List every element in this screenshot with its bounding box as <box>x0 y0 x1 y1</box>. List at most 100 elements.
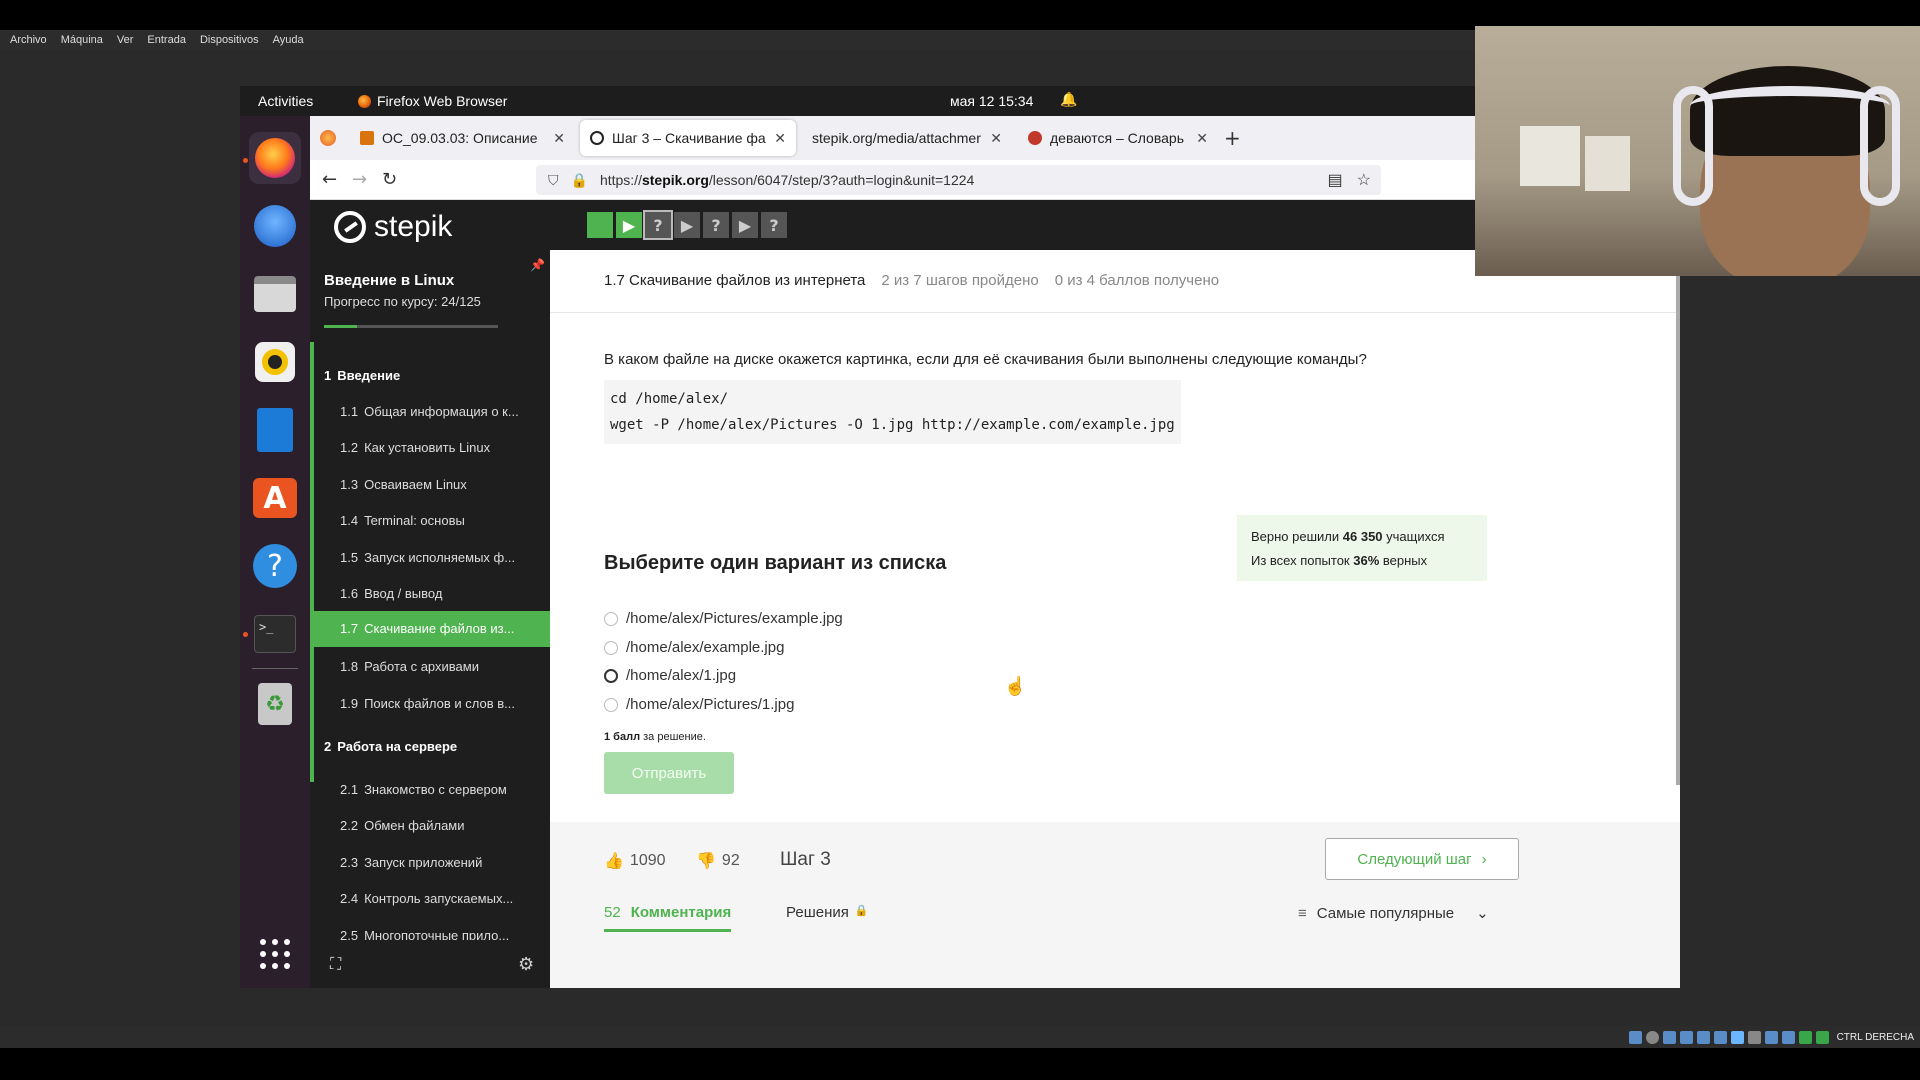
like-button[interactable]: 👍 1090 <box>604 851 666 871</box>
stepik-logo[interactable]: stepik <box>334 210 452 244</box>
video-capture-icon[interactable] <box>1747 1030 1761 1044</box>
tab-comments[interactable]: 52 Комментария <box>604 904 732 932</box>
audio-icon[interactable] <box>1662 1030 1676 1044</box>
sort-dropdown[interactable]: ≡ Самые популярные ⌄ <box>1298 904 1489 923</box>
thunderbird-icon[interactable] <box>249 200 301 252</box>
points-note: 1 балл за решение. <box>604 731 706 743</box>
sidebar-item-1-5[interactable]: 1.5 Запуск исполняемых ф... <box>310 550 550 572</box>
bookmark-star-icon[interactable]: ☆ <box>1357 170 1371 190</box>
sidebar-item-2-5[interactable]: 2.5 Многопоточные прило... <box>310 928 550 940</box>
firefox-icon[interactable] <box>249 132 301 184</box>
step-1-text[interactable] <box>587 212 613 238</box>
step-4-video[interactable]: ▶ <box>674 212 700 238</box>
optical-drive-icon[interactable] <box>1645 1030 1659 1044</box>
mouse-integration-icon[interactable] <box>1815 1030 1829 1044</box>
apps-grid-icon[interactable] <box>249 928 301 980</box>
reader-view-icon[interactable]: ▤ <box>1328 170 1343 190</box>
close-icon[interactable]: ✕ <box>1196 130 1208 147</box>
trash-icon[interactable]: ♻ <box>249 678 301 730</box>
option-3[interactable]: /home/alex/1.jpg <box>604 667 736 684</box>
drag-drop-icon[interactable] <box>1764 1030 1778 1044</box>
step-6-video[interactable]: ▶ <box>732 212 758 238</box>
sidebar-item-1-1[interactable]: 1.1 Общая информация о к... <box>310 404 550 426</box>
menu-ver[interactable]: Ver <box>117 34 134 46</box>
wall-paper-note <box>1520 126 1580 186</box>
sidebar-item-1-6[interactable]: 1.6 Ввод / вывод <box>310 586 550 608</box>
usb-icon[interactable] <box>1696 1030 1710 1044</box>
terminal-icon[interactable]: >_ <box>249 608 301 660</box>
cpu-icon[interactable] <box>1798 1030 1812 1044</box>
close-icon[interactable]: ✕ <box>774 130 786 147</box>
display-icon[interactable] <box>1730 1030 1744 1044</box>
radio-button[interactable] <box>604 668 618 683</box>
step-5-quiz[interactable]: ? <box>703 212 729 238</box>
tab-dictionary[interactable]: деваются – Словарь и о ✕ <box>1018 120 1218 156</box>
writer-icon[interactable] <box>249 404 301 456</box>
dislike-button[interactable]: 👎 92 <box>696 851 740 871</box>
scrollbar[interactable] <box>1676 250 1680 785</box>
clock[interactable]: мая 12 15:34 <box>950 93 1033 109</box>
step-3-quiz[interactable]: ? <box>643 210 673 240</box>
radio-button[interactable] <box>604 640 618 655</box>
back-icon[interactable]: ← <box>322 169 337 190</box>
help-icon[interactable]: ? <box>249 540 301 592</box>
tab-os-description[interactable]: ОС_09.03.03: Описание ✕ <box>350 120 575 156</box>
pin-icon[interactable]: 📌 <box>530 258 545 272</box>
gear-icon[interactable]: ⚙ <box>518 954 534 975</box>
app-menu[interactable]: Firefox Web Browser <box>358 93 507 109</box>
option-1[interactable]: /home/alex/Pictures/example.jpg <box>604 610 843 627</box>
submit-button[interactable]: Отправить <box>604 752 734 794</box>
tab-stepik-step[interactable]: Шаг 3 – Скачивание фай ✕ <box>580 120 796 156</box>
url-bar[interactable]: ⛉ 🔒 https://stepik.org/lesson/6047/step/… <box>536 165 1381 195</box>
new-tab-icon[interactable]: + <box>1224 126 1241 150</box>
step-7-quiz[interactable]: ? <box>761 212 787 238</box>
close-icon[interactable]: ✕ <box>553 130 565 147</box>
module-1-title[interactable]: 1 Введение <box>324 368 400 383</box>
radio-button[interactable] <box>604 697 618 712</box>
menu-archivo[interactable]: Archivo <box>10 34 47 46</box>
rhythmbox-icon[interactable] <box>249 336 301 388</box>
sidebar-item-1-9[interactable]: 1.9 Поиск файлов и слов в... <box>310 696 550 718</box>
sidebar-item-2-4[interactable]: 2.4 Контроль запускаемых... <box>310 891 550 913</box>
sidebar-item-1-2[interactable]: 1.2 Как установить Linux <box>310 440 550 462</box>
next-step-button[interactable]: Следующий шаг › <box>1325 838 1519 880</box>
sidebar-item-1-7[interactable]: 1.7 Скачивание файлов из... <box>310 611 550 647</box>
lock-icon[interactable]: 🔒 <box>571 172 588 189</box>
tab-stepik-media[interactable]: stepik.org/media/attachmer ✕ <box>802 120 1012 156</box>
sidebar-item-2-2[interactable]: 2.2 Обмен файлами <box>310 818 550 840</box>
network-icon[interactable] <box>1679 1030 1693 1044</box>
reload-icon[interactable]: ↻ <box>382 169 397 190</box>
menu-ayuda[interactable]: Ayuda <box>273 34 304 46</box>
sidebar-item-2-1[interactable]: 2.1 Знакомство с сервером <box>310 782 550 804</box>
menu-maquina[interactable]: Máquina <box>61 34 103 46</box>
activities-button[interactable]: Activities <box>258 93 313 109</box>
running-indicator <box>243 158 248 163</box>
hdd-icon[interactable] <box>1628 1030 1642 1044</box>
menu-entrada[interactable]: Entrada <box>147 34 186 46</box>
menu-dispositivos[interactable]: Dispositivos <box>200 34 259 46</box>
bell-icon[interactable]: 🔔 <box>1060 91 1077 108</box>
sidebar-item-2-3[interactable]: 2.3 Запуск приложений <box>310 855 550 877</box>
software-icon[interactable]: A <box>249 472 301 524</box>
fullscreen-icon[interactable]: ⛶ <box>330 956 341 974</box>
sidebar-item-1-8[interactable]: 1.8 Работа с архивами <box>310 659 550 681</box>
tab-solutions[interactable]: Решения 🔒 <box>786 904 869 921</box>
close-icon[interactable]: ✕ <box>990 130 1002 147</box>
firefox-view-icon[interactable] <box>320 130 336 146</box>
files-icon[interactable] <box>249 268 301 320</box>
option-4[interactable]: /home/alex/Pictures/1.jpg <box>604 696 794 713</box>
sidebar-item-1-3[interactable]: 1.3 Осваиваем Linux <box>310 477 550 499</box>
radio-button[interactable] <box>604 611 618 626</box>
shield-icon[interactable]: ⛉ <box>548 172 559 189</box>
chevron-down-icon: ⌄ <box>1476 905 1489 922</box>
module-2-title[interactable]: 2 Работа на сервере <box>324 739 457 754</box>
divider <box>550 312 1680 313</box>
shared-folders-icon[interactable] <box>1713 1030 1727 1044</box>
sidebar-item-1-4[interactable]: 1.4 Terminal: основы <box>310 513 550 535</box>
chevron-right-icon: › <box>1481 850 1487 868</box>
course-title[interactable]: Введение в Linux <box>324 272 454 289</box>
forward-icon[interactable]: → <box>352 169 367 190</box>
step-2-video[interactable]: ▶ <box>616 212 642 238</box>
clipboard-icon[interactable] <box>1781 1030 1795 1044</box>
option-2[interactable]: /home/alex/example.jpg <box>604 639 784 656</box>
